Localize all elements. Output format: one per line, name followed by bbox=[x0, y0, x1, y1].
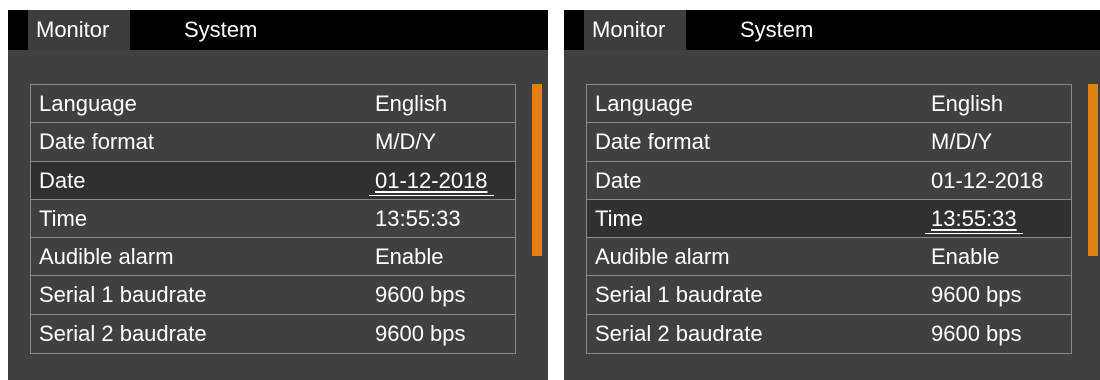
setting-label: Time bbox=[39, 205, 88, 231]
tab-monitor[interactable]: Monitor bbox=[28, 10, 130, 50]
setting-label: Audible alarm bbox=[595, 244, 730, 270]
setting-row-date-format[interactable]: Date format M/D/Y bbox=[587, 123, 1071, 162]
setting-value: 9600 bps bbox=[931, 282, 1022, 308]
setting-row-date-format[interactable]: Date format M/D/Y bbox=[31, 123, 515, 162]
tab-bar: Monitor System bbox=[564, 10, 1100, 50]
setting-label: Serial 1 baudrate bbox=[39, 282, 207, 308]
setting-label: Date bbox=[595, 167, 642, 193]
setting-row-time[interactable]: Time 13:55:33 bbox=[31, 200, 515, 239]
setting-row-serial-2-baudrate[interactable]: Serial 2 baudrate 9600 bps bbox=[587, 315, 1071, 353]
setting-row-serial-1-baudrate[interactable]: Serial 1 baudrate 9600 bps bbox=[31, 276, 515, 315]
settings-list: Language English Date format M/D/Y Date … bbox=[586, 84, 1072, 355]
scrollbar[interactable] bbox=[1088, 84, 1098, 256]
setting-label: Language bbox=[39, 91, 137, 116]
date-value-field[interactable]: 01-12-2018 bbox=[369, 162, 494, 200]
setting-row-serial-2-baudrate[interactable]: Serial 2 baudrate 9600 bps bbox=[31, 315, 515, 353]
setting-value: 9600 bps bbox=[375, 320, 466, 346]
setting-label: Time bbox=[595, 205, 644, 231]
setting-value: English bbox=[931, 91, 1004, 116]
time-value-field[interactable]: 13:55:33 bbox=[925, 200, 1023, 238]
tab-system[interactable]: System bbox=[732, 10, 832, 50]
settings-screen-left: Monitor System Language English Date for… bbox=[8, 10, 548, 380]
setting-label: Date format bbox=[595, 129, 710, 155]
setting-row-audible-alarm[interactable]: Audible alarm Enable bbox=[587, 238, 1071, 277]
setting-value: 01-12-2018 bbox=[931, 167, 1044, 193]
setting-row-date[interactable]: Date 01-12-2018 bbox=[31, 161, 515, 200]
setting-value: English bbox=[375, 91, 448, 116]
tab-monitor[interactable]: Monitor bbox=[584, 10, 686, 50]
setting-row-time[interactable]: Time 13:55:33 bbox=[587, 199, 1071, 239]
setting-row-serial-1-baudrate[interactable]: Serial 1 baudrate 9600 bps bbox=[587, 276, 1071, 315]
setting-row-language[interactable]: Language English bbox=[587, 85, 1071, 124]
setting-row-audible-alarm[interactable]: Audible alarm Enable bbox=[31, 238, 515, 277]
setting-label: Audible alarm bbox=[39, 244, 174, 270]
tab-system[interactable]: System bbox=[176, 10, 276, 50]
setting-row-date[interactable]: Date 01-12-2018 bbox=[587, 162, 1071, 200]
setting-value: 13:55:33 bbox=[375, 205, 461, 231]
scrollbar[interactable] bbox=[532, 84, 542, 256]
settings-screen-right: Monitor System Language English Date for… bbox=[564, 10, 1100, 380]
setting-value: Enable bbox=[375, 244, 444, 270]
setting-label: Language bbox=[595, 91, 693, 116]
setting-label: Date format bbox=[39, 129, 154, 155]
setting-label: Serial 2 baudrate bbox=[595, 320, 763, 346]
setting-value: 9600 bps bbox=[931, 320, 1022, 346]
setting-label: Serial 1 baudrate bbox=[595, 282, 763, 308]
setting-label: Date bbox=[39, 167, 86, 193]
settings-list: Language English Date format M/D/Y Date … bbox=[30, 84, 516, 355]
setting-value: 9600 bps bbox=[375, 282, 466, 308]
setting-value: M/D/Y bbox=[375, 129, 437, 155]
setting-value: Enable bbox=[931, 244, 1000, 270]
setting-row-language[interactable]: Language English bbox=[31, 85, 515, 124]
setting-label: Serial 2 baudrate bbox=[39, 320, 207, 346]
tab-bar: Monitor System bbox=[8, 10, 548, 50]
setting-value: M/D/Y bbox=[931, 129, 993, 155]
